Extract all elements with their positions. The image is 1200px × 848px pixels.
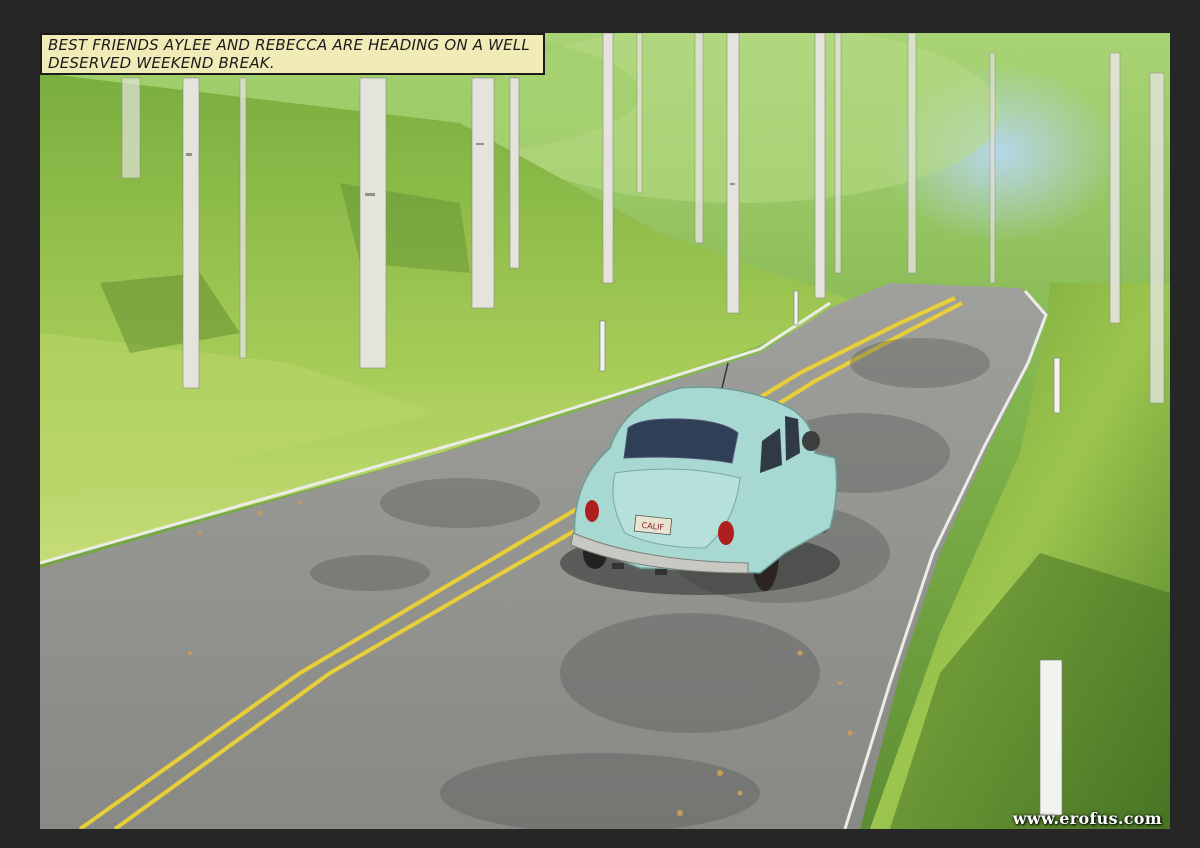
caption-text: Best friends Aylee and Rebecca are headi… — [48, 36, 530, 72]
comic-panel: CALIF — [40, 33, 1170, 829]
scene-illustration: CALIF — [40, 33, 1170, 829]
site-watermark: www.erofus.com — [1012, 809, 1162, 828]
narration-caption: Best friends Aylee and Rebecca are headi… — [40, 33, 545, 75]
comic-page: CALIF BEST FRIENDS AYLEE AND REBECCA ARE… — [0, 0, 1200, 848]
